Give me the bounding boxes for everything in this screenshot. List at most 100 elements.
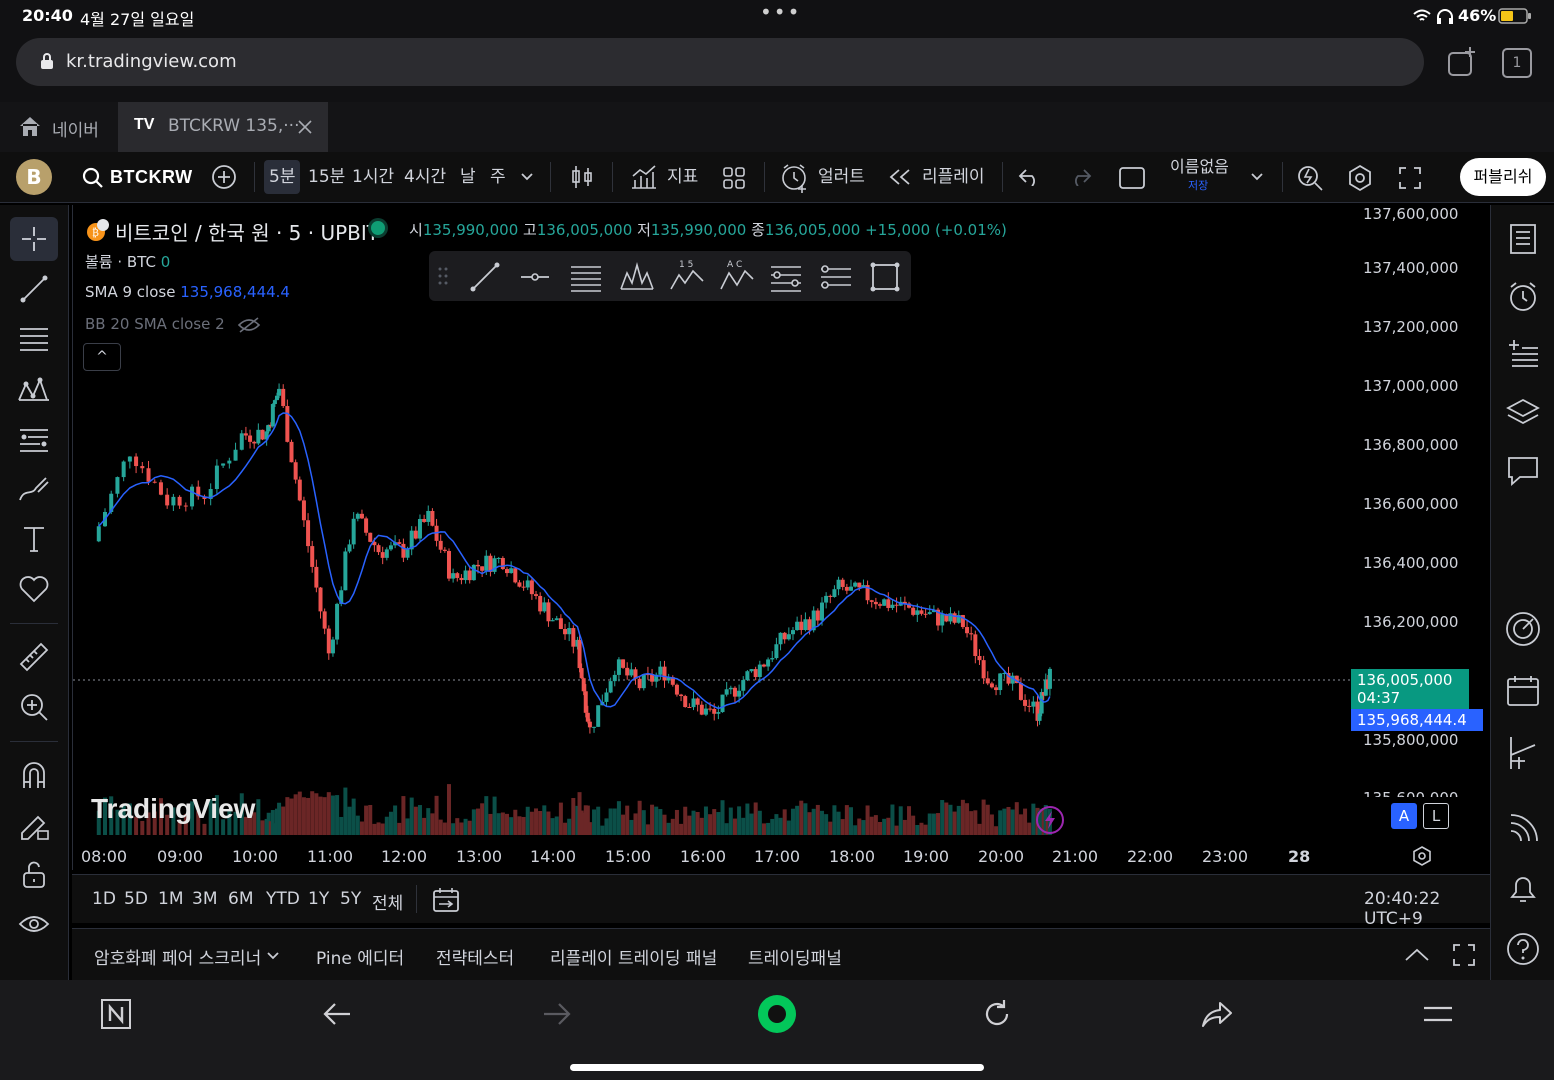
goto-date-icon[interactable] bbox=[432, 887, 460, 913]
head-shoulders-icon[interactable] bbox=[619, 259, 655, 293]
layout-save-label[interactable]: 저장 bbox=[1188, 180, 1208, 192]
multitasking-dots[interactable]: ••• bbox=[760, 0, 801, 24]
drag-handle-icon[interactable] bbox=[437, 266, 449, 286]
tradingview-watermark[interactable]: TradingView bbox=[91, 793, 255, 825]
redo-icon[interactable] bbox=[1068, 168, 1092, 186]
trendline-tool[interactable] bbox=[10, 267, 58, 311]
range-1y[interactable]: 1Y bbox=[308, 889, 329, 909]
range-5d[interactable]: 5D bbox=[124, 889, 148, 909]
symbol-search-button[interactable]: BTCKRW bbox=[110, 152, 193, 202]
indicators-icon[interactable] bbox=[630, 164, 658, 190]
fib-tool[interactable] bbox=[10, 317, 58, 361]
templates-icon[interactable] bbox=[722, 166, 746, 190]
maximize-panel-icon[interactable] bbox=[1452, 943, 1476, 967]
sma-legend[interactable]: SMA 9 close 135,968,444.4 bbox=[85, 283, 290, 301]
timeframe-day[interactable]: 날 bbox=[460, 152, 476, 202]
tab-screener[interactable]: 암호화폐 페어 스크리너 bbox=[94, 944, 261, 969]
text-tool[interactable] bbox=[10, 517, 58, 561]
zoom-tool[interactable] bbox=[10, 685, 58, 729]
bb-legend[interactable]: BB 20 SMA close 2 bbox=[85, 315, 261, 333]
calendar-button[interactable] bbox=[1503, 671, 1543, 711]
position-icon[interactable] bbox=[819, 261, 853, 293]
lock-drawings-tool[interactable] bbox=[10, 853, 58, 897]
auto-scale-button[interactable]: A bbox=[1391, 803, 1417, 829]
address-bar[interactable]: kr.tradingview.com bbox=[16, 38, 1424, 86]
brush-tool[interactable] bbox=[10, 467, 58, 511]
range-3m[interactable]: 3M bbox=[192, 889, 217, 909]
chevron-up-icon[interactable] bbox=[1404, 947, 1430, 963]
projection-icon[interactable] bbox=[769, 261, 803, 293]
magnet-tool[interactable] bbox=[10, 753, 58, 797]
timeframe-5m[interactable]: 5분 bbox=[264, 160, 301, 194]
replay-icon[interactable] bbox=[888, 168, 912, 186]
tab-tradingview[interactable]: TV BTCKRW 135,··· bbox=[118, 102, 328, 152]
timeframe-4h[interactable]: 4시간 bbox=[404, 152, 446, 202]
publish-button[interactable]: 퍼블리쉬 bbox=[1460, 158, 1546, 196]
layout-icon[interactable] bbox=[1118, 165, 1146, 191]
axis-settings-icon[interactable] bbox=[1411, 845, 1433, 867]
notifications-button[interactable] bbox=[1503, 869, 1543, 909]
naver-home-button[interactable] bbox=[96, 994, 136, 1034]
eye-off-icon[interactable] bbox=[237, 316, 261, 333]
elliott-wave-icon[interactable]: 1 5 bbox=[669, 257, 705, 293]
range-all[interactable]: 전체 bbox=[372, 889, 403, 914]
alert-button[interactable]: 얼러트 bbox=[818, 152, 865, 202]
rectangle-icon[interactable] bbox=[869, 261, 901, 293]
price-chart[interactable] bbox=[73, 205, 1491, 870]
tab-pine-editor[interactable]: Pine 에디터 bbox=[316, 944, 404, 969]
pattern-tool[interactable] bbox=[10, 367, 58, 411]
chevron-down-icon[interactable] bbox=[266, 951, 280, 961]
horizontal-ray-icon[interactable] bbox=[519, 261, 551, 293]
range-ytd[interactable]: YTD bbox=[266, 889, 300, 909]
quick-search-icon[interactable] bbox=[1296, 164, 1324, 192]
reload-button[interactable] bbox=[977, 994, 1017, 1034]
tab-replay-panel[interactable]: 리플레이 트레이딩 패널 bbox=[550, 944, 717, 969]
chart-pane[interactable]: ₿ 비트코인 / 한국 원 · 5 · UPBIT 시135,990,000 고… bbox=[72, 205, 1492, 870]
legend-collapse-button[interactable]: ^ bbox=[83, 343, 121, 371]
fib-retracement-icon[interactable] bbox=[569, 261, 603, 293]
streams-button[interactable] bbox=[1503, 809, 1543, 849]
tab-strategy-tester[interactable]: 전략테스터 bbox=[436, 944, 514, 969]
layout-name[interactable]: 이름없음 bbox=[1170, 158, 1229, 176]
close-icon[interactable] bbox=[298, 120, 312, 134]
back-button[interactable] bbox=[317, 994, 357, 1034]
settings-icon[interactable] bbox=[1346, 164, 1374, 192]
avatar[interactable]: B bbox=[16, 159, 52, 195]
volume-legend[interactable]: 볼륨 · BTC 0 bbox=[85, 251, 170, 272]
timeframe-week[interactable]: 주 bbox=[490, 152, 506, 202]
forecast-tool[interactable] bbox=[10, 417, 58, 461]
naver-green-dot-button[interactable] bbox=[757, 994, 797, 1034]
range-6m[interactable]: 6M bbox=[228, 889, 253, 909]
undo-icon[interactable] bbox=[1018, 168, 1042, 186]
hide-drawings-tool[interactable] bbox=[10, 903, 58, 947]
symbol-title[interactable]: 비트코인 / 한국 원 · 5 · UPBIT bbox=[115, 217, 379, 246]
icon-tool[interactable] bbox=[10, 567, 58, 611]
crosshair-tool[interactable] bbox=[10, 217, 58, 261]
ideas-button[interactable] bbox=[1503, 609, 1543, 649]
indicators-button[interactable]: 지표 bbox=[667, 152, 698, 202]
log-scale-button[interactable]: L bbox=[1423, 803, 1449, 829]
share-button[interactable] bbox=[1197, 994, 1237, 1034]
measure-tool[interactable] bbox=[10, 635, 58, 679]
trendline-icon[interactable] bbox=[469, 261, 501, 293]
tab-count-button[interactable]: 1 bbox=[1502, 48, 1532, 78]
tab-trading-panel[interactable]: 트레이딩패널 bbox=[748, 944, 842, 969]
timeframe-15m[interactable]: 15분 bbox=[308, 152, 345, 202]
help-button[interactable] bbox=[1503, 929, 1543, 969]
compare-add-icon[interactable] bbox=[211, 164, 237, 190]
clock-timezone[interactable]: 20:40:22 UTC+9 bbox=[1364, 889, 1490, 929]
chevron-down-icon[interactable] bbox=[520, 172, 534, 182]
object-tree-button[interactable] bbox=[1503, 335, 1543, 375]
chat-button[interactable] bbox=[1503, 451, 1543, 491]
new-tab-icon[interactable] bbox=[1446, 46, 1478, 78]
tab-naver[interactable]: 네이버 bbox=[0, 102, 116, 152]
replay-button[interactable]: 리플레이 bbox=[922, 152, 985, 202]
stay-in-drawing-tool[interactable] bbox=[10, 803, 58, 847]
layers-button[interactable] bbox=[1503, 393, 1543, 433]
abc-pattern-icon[interactable]: A C bbox=[719, 257, 755, 293]
range-1d[interactable]: 1D bbox=[92, 889, 116, 909]
url-text[interactable]: kr.tradingview.com bbox=[66, 51, 237, 72]
alerts-button[interactable] bbox=[1503, 277, 1543, 317]
timeframe-1h[interactable]: 1시간 bbox=[352, 152, 394, 202]
alert-clock-icon[interactable] bbox=[780, 163, 810, 193]
